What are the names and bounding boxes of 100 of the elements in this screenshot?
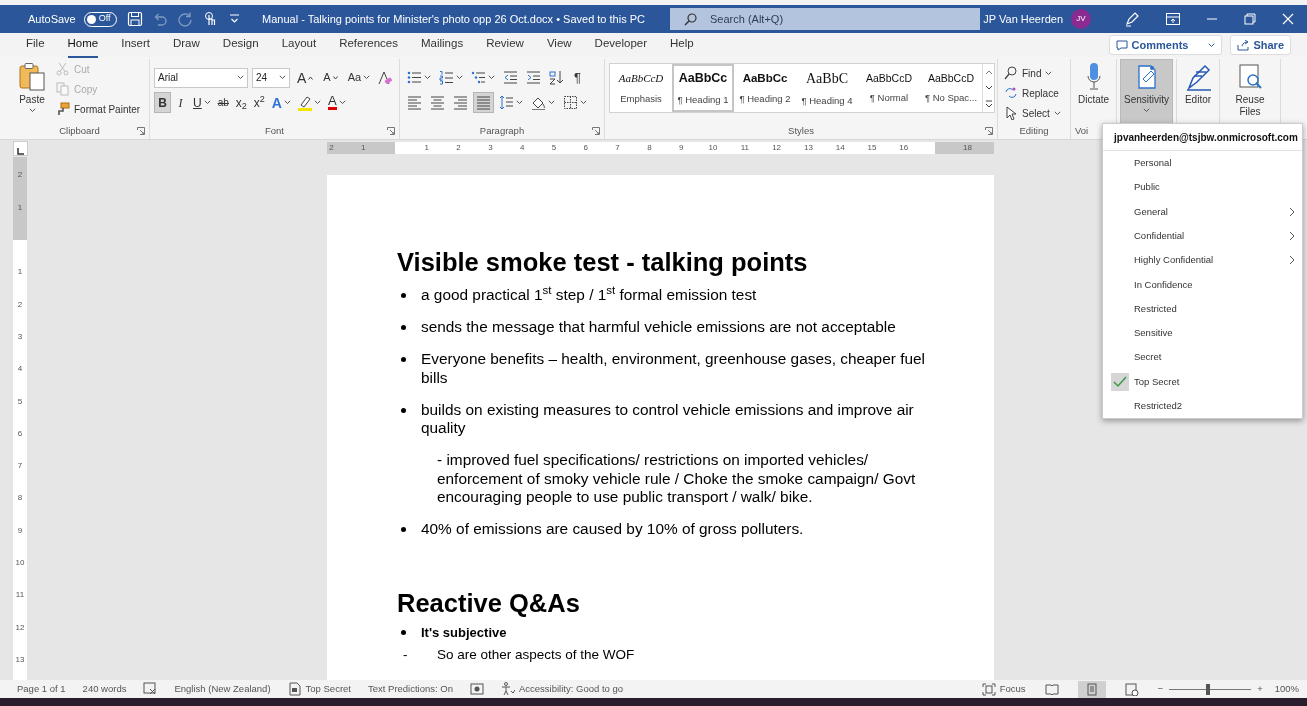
slider-thumb[interactable] <box>1206 683 1211 695</box>
style-gallery-item[interactable]: AaBbCcD ¶ Normal <box>858 64 920 112</box>
share-button[interactable]: Share <box>1230 34 1291 56</box>
ruler-number: 3 <box>16 330 24 343</box>
menu-item[interactable]: Public <box>1103 175 1302 200</box>
menu-item[interactable]: Restricted <box>1103 296 1302 322</box>
focus-button[interactable]: Focus <box>981 681 1026 697</box>
ruler-number: 4 <box>16 363 24 376</box>
bullet-icon <box>401 407 406 413</box>
bullet-text: a good practical 1$^{st}$ step / 1$^{st}$ formal emission test <box>421 286 757 305</box>
font-grow-button[interactable]: A <box>294 67 317 88</box>
replace-button[interactable]: Replace <box>1002 83 1066 103</box>
save-button[interactable] <box>126 11 143 27</box>
group-label: Paragraph <box>479 123 525 138</box>
ruler-number: 6 <box>16 427 24 440</box>
style-gallery-item[interactable]: AaBbCcD Emphasis <box>610 64 672 112</box>
comments-button[interactable]: Comments <box>1108 34 1223 56</box>
subscript-button[interactable]: x$_{2}$ <box>232 92 250 113</box>
caret-icon <box>424 75 431 80</box>
style-gallery-item[interactable]: AaBbC ¶ Heading 4 <box>796 64 858 112</box>
ruler-number: 9 <box>678 142 684 154</box>
ribbon-tab[interactable]: References <box>339 32 398 58</box>
dialog-launcher-icon[interactable] <box>387 127 395 135</box>
font-size-dropdown[interactable]: 24 <box>252 67 290 88</box>
dictate-button[interactable]: Dictate <box>1073 59 1114 123</box>
tab-selector[interactable] <box>13 141 28 156</box>
ruler-number: 7 <box>615 142 620 154</box>
bullet-text: Everyone benefits – health, environment, greenhouse gases, cheaper fuel bills <box>421 350 926 387</box>
ribbon-tab[interactable]: Layout <box>281 32 317 58</box>
menu-item[interactable]: Highly Confidential <box>1103 248 1302 273</box>
avatar[interactable]: JV <box>1071 9 1091 29</box>
ruler-number: 5 <box>551 142 557 154</box>
record-icon[interactable] <box>470 682 484 696</box>
menu-item[interactable]: Personal <box>1103 151 1302 176</box>
document-heading: Reactive Q&As <box>397 587 581 618</box>
clear-formatting-icon[interactable] <box>377 69 394 86</box>
sensitivity-status-button[interactable]: Top Secret <box>287 681 351 697</box>
dialog-launcher-icon[interactable] <box>137 127 145 135</box>
ribbon-tab[interactable]: Developer <box>594 32 648 58</box>
restore-icon[interactable] <box>1244 13 1256 25</box>
ribbon-tab[interactable]: Help <box>670 32 694 58</box>
select-button[interactable]: Select <box>1002 103 1066 123</box>
menu-item[interactable]: Restricted2 <box>1103 393 1302 419</box>
style-gallery-item[interactable]: AaBbCc ¶ Heading 1 <box>672 64 734 112</box>
ruler-number: 6 <box>583 142 588 154</box>
ribbon-tab[interactable]: Review <box>486 32 524 58</box>
close-icon[interactable] <box>1282 13 1294 25</box>
cursor-icon <box>1004 106 1018 120</box>
style-gallery-item[interactable]: AaBbCc ¶ Heading 2 <box>734 64 796 112</box>
dialog-launcher-icon[interactable] <box>985 127 993 135</box>
caret-icon <box>237 75 244 80</box>
borders-icon <box>563 95 578 110</box>
paste-button[interactable]: Paste <box>14 59 50 123</box>
show-formatting-button[interactable]: ¶ <box>569 67 586 88</box>
bullet-text: 40% of emissions are caused by 10% of gross polluters. <box>421 520 804 539</box>
menu-item[interactable]: Confidential <box>1103 223 1302 249</box>
accessibility-status-button[interactable]: Accessibility: Good to go <box>501 681 624 697</box>
proofing-icon[interactable] <box>143 682 158 696</box>
user-name: JP Van Heerden <box>983 11 1063 27</box>
ribbon-tab[interactable]: File <box>26 32 45 58</box>
effects-button[interactable]: A <box>268 92 294 113</box>
menu-item[interactable]: General <box>1103 199 1302 224</box>
ruler-number: 14 <box>835 142 845 154</box>
dialog-launcher-icon[interactable] <box>592 127 600 135</box>
ribbon-tab[interactable]: Design <box>222 32 259 58</box>
font-name-dropdown[interactable]: Arial <box>154 67 248 88</box>
print-view-button[interactable] <box>1077 680 1106 698</box>
style-gallery-item[interactable]: AaBbCcD ¶ No Spac... <box>920 64 982 112</box>
paint-bucket-icon <box>531 95 546 110</box>
underline-button[interactable]: U <box>190 92 214 113</box>
account-email: jpvanheerden@tsjbw.onmicrosoft.com <box>1103 124 1302 151</box>
ribbon-display-icon[interactable] <box>1166 13 1180 25</box>
zoom-out-button[interactable]: − <box>1157 681 1164 697</box>
caret-icon <box>338 100 346 105</box>
ribbon-tab[interactable]: Insert <box>121 32 150 58</box>
painter-button[interactable]: Format Painter <box>54 99 143 119</box>
focus-icon <box>981 682 996 696</box>
search-field[interactable]: Search (Alt+Q) <box>670 8 980 30</box>
menu-item[interactable]: Secret <box>1103 345 1302 370</box>
menu-item[interactable]: Sensitive <box>1103 321 1302 346</box>
highlighter-icon <box>297 94 312 111</box>
align-center-icon <box>430 95 445 110</box>
color-button[interactable]: A <box>324 92 349 113</box>
font-shrink-button[interactable]: A <box>320 67 341 88</box>
bold-button[interactable]: B <box>154 92 171 113</box>
menu-item[interactable]: Top Secret <box>1103 369 1302 394</box>
ribbon-tab[interactable]: Mailings <box>421 32 464 58</box>
superscript-button[interactable]: x$^{2}$ <box>250 92 268 113</box>
list-text: So are other aspects of the WOF <box>437 646 635 664</box>
menu-item[interactable]: In Confidence <box>1103 272 1302 297</box>
ribbon-tab[interactable]: View <box>546 32 572 58</box>
pen-icon[interactable] <box>1124 11 1140 27</box>
document-icon <box>287 682 302 696</box>
zoom-in-button[interactable]: + <box>1257 681 1263 697</box>
paragraph: - improved fuel specifications/ restrictions on imported vehicles/ enforcement of smoky vehicle rule / Choke the smoke campaign/ Govt encouraging people to use public transport / walk/ bike. <box>437 451 917 507</box>
ribbon-tab[interactable]: Draw <box>173 32 200 58</box>
italic-button[interactable]: I <box>172 92 189 113</box>
strike-button[interactable]: ab <box>214 92 232 113</box>
change-case-button[interactable]: Aa <box>344 67 374 88</box>
find-button[interactable]: Find <box>1002 63 1066 83</box>
